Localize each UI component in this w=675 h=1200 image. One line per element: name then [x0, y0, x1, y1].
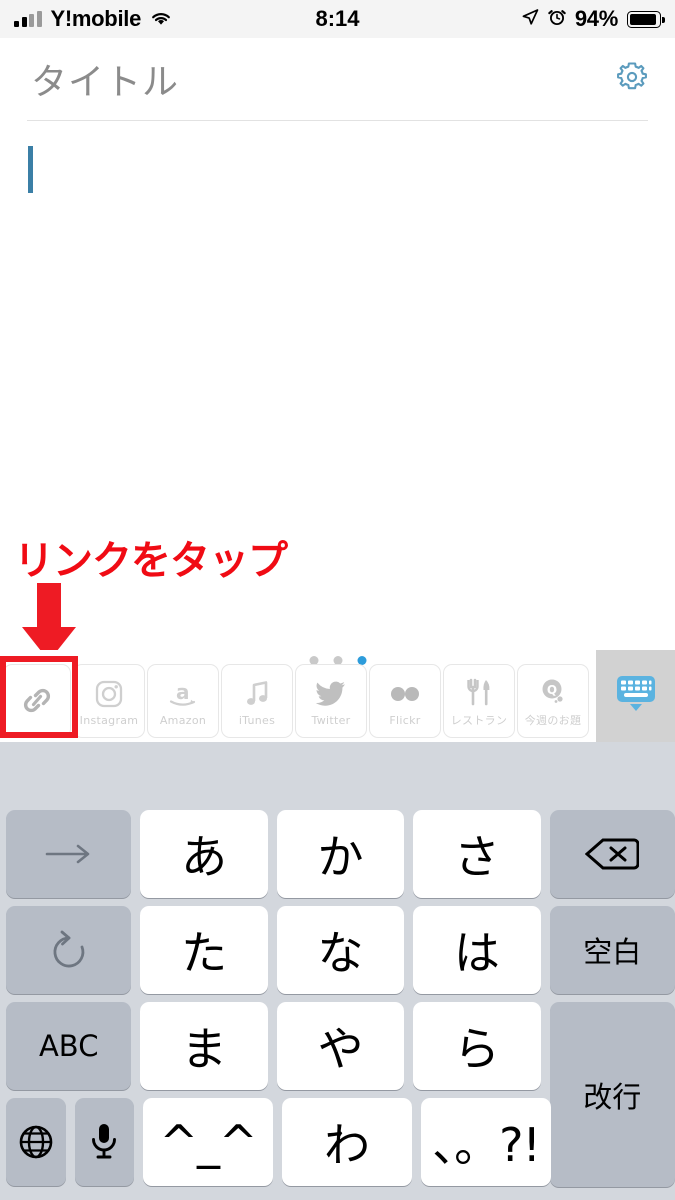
instagram-label: Instagram [79, 713, 139, 727]
delete-key[interactable] [549, 810, 675, 898]
note-header: タイトル [0, 38, 675, 120]
gear-icon [612, 57, 652, 102]
twitter-label: Twitter [311, 713, 351, 727]
music-note-icon [243, 676, 271, 712]
link-icon [17, 682, 57, 718]
japanese-keyboard: あ か さ た な は 空白 ABC ま や ら 改行 ^_^ わ 、。?! [0, 742, 675, 1200]
flickr-toolbar-item[interactable]: Flickr [369, 664, 441, 738]
flickr-label: Flickr [389, 713, 421, 727]
key-a[interactable]: あ [140, 810, 268, 898]
return-key[interactable]: 改行 [549, 1002, 675, 1187]
globe-icon [16, 1122, 56, 1162]
alarm-clock-icon [548, 8, 566, 31]
undo-key[interactable] [6, 906, 132, 994]
fork-knife-icon [465, 674, 493, 710]
battery-icon [627, 10, 665, 28]
battery-percent-label: 94% [574, 6, 618, 31]
keyboard-row: ABC ま や ら 改行 [0, 1002, 675, 1187]
note-title-input[interactable]: タイトル [31, 53, 179, 105]
undo-icon [49, 929, 89, 971]
key-punctuation[interactable]: 、。?! [421, 1098, 551, 1186]
restaurant-toolbar-item[interactable]: レストラン [443, 664, 515, 738]
key-sa[interactable]: さ [413, 810, 541, 898]
location-arrow-icon [521, 8, 539, 31]
amazon-label: Amazon [159, 713, 207, 727]
key-ka[interactable]: か [276, 810, 405, 898]
amazon-icon: a [166, 676, 200, 712]
key-ma[interactable]: ま [140, 1002, 268, 1090]
status-bar-right: 94% [521, 6, 665, 32]
key-ya[interactable]: や [276, 1002, 405, 1090]
restaurant-label: レストラン [450, 714, 508, 727]
status-bar: Y!mobile 8:14 94% [0, 0, 675, 38]
clock-label: 8:14 [315, 6, 360, 31]
key-na[interactable]: な [276, 906, 405, 994]
keyboard-dismiss-button[interactable] [596, 650, 675, 742]
itunes-label: iTunes [238, 713, 276, 727]
key-kaomoji[interactable]: ^_^ [143, 1098, 273, 1186]
instagram-toolbar-item[interactable]: Instagram [73, 664, 145, 738]
amazon-toolbar-item[interactable]: a Amazon [147, 664, 219, 738]
key-ra[interactable]: ら [413, 1002, 541, 1090]
mic-key[interactable] [74, 1098, 134, 1186]
abc-key[interactable]: ABC [6, 1002, 132, 1090]
question-bubble-icon: Q [538, 674, 568, 710]
keyboard-row: あ か さ [0, 810, 675, 906]
keyboard-row: た な は 空白 [0, 906, 675, 1002]
text-caret [28, 146, 33, 193]
flickr-dots-icon [387, 676, 423, 712]
svg-text:Q: Q [547, 683, 557, 697]
backspace-icon [585, 835, 640, 873]
twitter-toolbar-item[interactable]: Twitter [295, 664, 367, 738]
key-ta[interactable]: た [140, 906, 268, 994]
instagram-icon [94, 676, 124, 712]
accessory-items-scroll[interactable]: Instagram a Amazon iTunes Twitter Flickr… [3, 664, 595, 738]
keyboard-rows: あ か さ た な は 空白 ABC ま や ら 改行 ^_^ わ 、。?! [0, 810, 675, 1194]
twitter-bird-icon [315, 676, 347, 712]
arrow-right-icon [43, 842, 95, 866]
link-toolbar-item[interactable] [3, 664, 71, 738]
key-wa[interactable]: わ [282, 1098, 412, 1186]
svg-text:a: a [176, 680, 190, 704]
weekly-topic-label: 今週のお題 [524, 714, 582, 727]
settings-button[interactable] [609, 56, 655, 102]
accessory-toolbar: Instagram a Amazon iTunes Twitter Flickr… [0, 650, 675, 742]
cursor-right-key[interactable] [6, 810, 132, 898]
space-key[interactable]: 空白 [549, 906, 675, 994]
annotation-label: リンクをタップ [14, 538, 288, 584]
itunes-toolbar-item[interactable]: iTunes [221, 664, 293, 738]
keyboard-dismiss-icon [611, 671, 661, 722]
phone-screen: Y!mobile 8:14 94% タイトル リンクをタップ Instagram… [0, 0, 675, 1200]
key-ha[interactable]: は [413, 906, 541, 994]
microphone-icon [88, 1121, 120, 1163]
globe-key[interactable] [6, 1098, 66, 1186]
weekly-topic-toolbar-item[interactable]: Q 今週のお題 [517, 664, 589, 738]
